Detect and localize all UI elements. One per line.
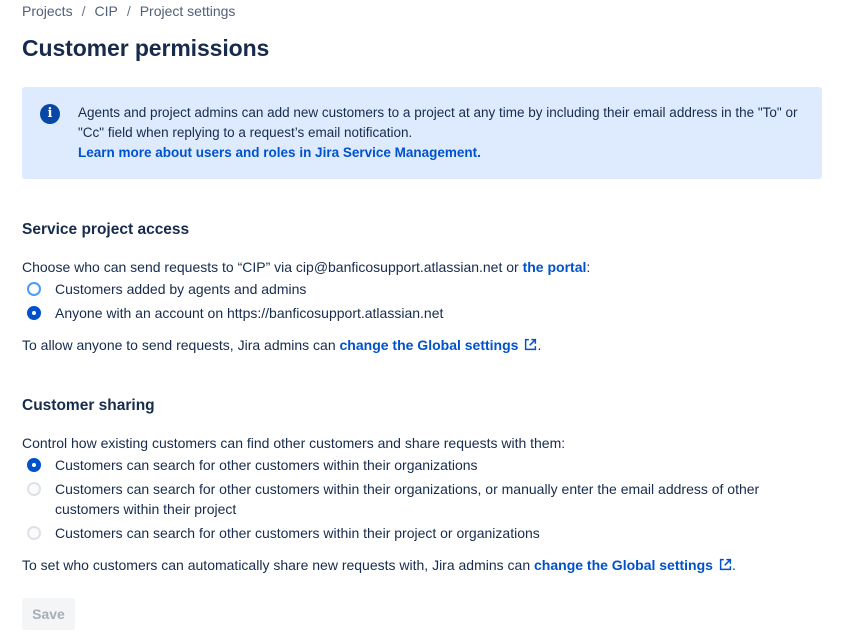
access-intro: Choose who can send requests to “CIP” vi… (22, 259, 591, 275)
sharing-footer: To set who customers can automatically s… (22, 557, 736, 573)
access-option-anyone[interactable]: Anyone with an account on https://banfic… (22, 303, 443, 323)
radio-checked[interactable] (27, 306, 41, 320)
service-access-heading: Service project access (22, 221, 190, 238)
access-global-settings-link[interactable]: change the Global settings (340, 337, 538, 353)
sharing-option-project-or-organizations[interactable]: Customers can search for other customers… (22, 523, 540, 543)
info-banner: i Agents and project admins can add new … (22, 87, 822, 179)
access-footer: To allow anyone to send requests, Jira a… (22, 337, 542, 353)
save-button[interactable]: Save (22, 598, 75, 630)
info-icon: i (40, 104, 60, 124)
breadcrumb-project-settings[interactable]: Project settings (140, 3, 236, 19)
radio-unchecked[interactable] (27, 482, 41, 496)
radio-checked[interactable] (27, 458, 41, 472)
external-link-icon (525, 338, 537, 351)
sharing-option-organizations[interactable]: Customers can search for other customers… (22, 455, 478, 475)
radio-unchecked[interactable] (27, 282, 41, 296)
sharing-option-organizations-or-email[interactable]: Customers can search for other customers… (22, 479, 782, 519)
breadcrumb: Projects / CIP / Project settings (22, 3, 236, 19)
customer-sharing-heading: Customer sharing (22, 397, 155, 414)
info-text: Agents and project admins can add new cu… (78, 105, 798, 140)
portal-link[interactable]: the portal (523, 259, 587, 275)
breadcrumb-projects[interactable]: Projects (22, 3, 73, 19)
customer-permissions-page: Projects / CIP / Project settings Custom… (0, 0, 868, 640)
access-option-customers-added[interactable]: Customers added by agents and admins (22, 279, 306, 299)
radio-unchecked[interactable] (27, 526, 41, 540)
sharing-global-settings-link[interactable]: change the Global settings (534, 557, 732, 573)
breadcrumb-cip[interactable]: CIP (94, 3, 117, 19)
page-title: Customer permissions (22, 35, 270, 61)
sharing-intro: Control how existing customers can find … (22, 435, 566, 451)
learn-more-link[interactable]: Learn more about users and roles in Jira… (78, 145, 481, 160)
external-link-icon (719, 558, 732, 571)
